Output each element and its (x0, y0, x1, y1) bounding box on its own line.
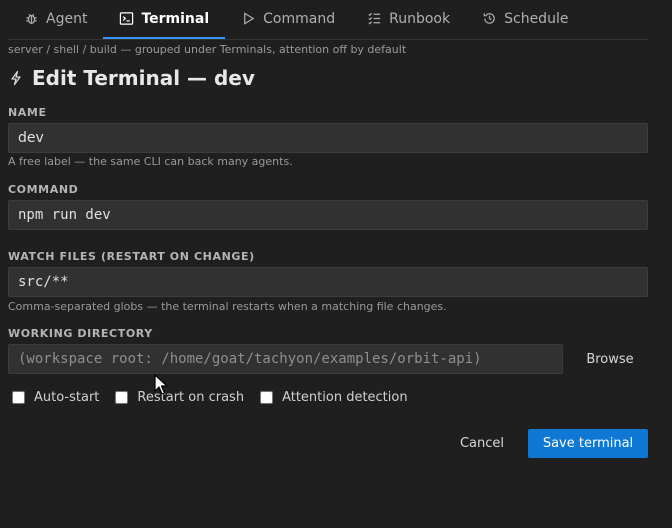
save-terminal-button[interactable]: Save terminal (528, 429, 648, 458)
tab-terminal-label: Terminal (141, 10, 210, 27)
auto-start-option[interactable]: Auto-start (12, 390, 99, 405)
watch-field[interactable]: src/** (8, 267, 648, 297)
restart-on-crash-checkbox[interactable] (115, 390, 129, 404)
tab-bar: Agent Terminal Command Runbook Schedule (8, 0, 648, 40)
tab-schedule[interactable]: Schedule (466, 0, 584, 39)
page-title-text: Edit Terminal — dev (32, 66, 255, 90)
attention-detection-option[interactable]: Attention detection (260, 390, 408, 405)
attention-detection-label: Attention detection (282, 389, 408, 405)
mouse-pointer-icon (154, 374, 168, 395)
restart-on-crash-option[interactable]: Restart on crash (115, 390, 244, 405)
command-value: npm run dev (18, 207, 111, 223)
watch-label: WATCH FILES (RESTART ON CHANGE) (8, 250, 255, 263)
command-label: COMMAND (8, 183, 79, 196)
tab-agent[interactable]: Agent (8, 0, 103, 39)
bug-icon (26, 13, 37, 24)
auto-start-checkbox[interactable] (12, 390, 25, 404)
watch-help: Comma-separated globs — the terminal res… (8, 300, 447, 313)
checklist-icon (368, 12, 381, 25)
tab-runbook-label: Runbook (389, 10, 451, 27)
page-title: Edit Terminal — dev (8, 64, 255, 92)
attention-detection-checkbox[interactable] (260, 390, 274, 404)
history-icon (483, 13, 495, 24)
auto-start-label: Auto-start (34, 389, 100, 405)
workdir-placeholder: (workspace root: /home/goat/tachyon/exam… (18, 351, 482, 367)
command-field[interactable]: npm run dev (8, 200, 648, 230)
tab-command-label: Command (263, 10, 336, 27)
tab-agent-label: Agent (46, 10, 88, 27)
terminal-icon (120, 12, 134, 25)
workdir-field[interactable]: (workspace root: /home/goat/tachyon/exam… (8, 344, 563, 374)
name-field[interactable]: dev (8, 123, 648, 153)
tab-runbook[interactable]: Runbook (351, 0, 466, 39)
workdir-label: WORKING DIRECTORY (8, 327, 153, 340)
watch-value: src/** (18, 274, 69, 290)
tab-command[interactable]: Command (225, 0, 351, 39)
name-help: A free label — the same CLI can back man… (8, 155, 293, 168)
tab-terminal[interactable]: Terminal (103, 0, 226, 39)
play-icon (244, 12, 255, 25)
name-label: NAME (8, 106, 47, 119)
category-hint: server / shell / build — grouped under T… (8, 43, 407, 56)
tab-schedule-label: Schedule (504, 10, 569, 27)
name-value: dev (18, 130, 44, 146)
lightning-icon (11, 70, 21, 86)
browse-button[interactable]: Browse (572, 344, 648, 374)
cancel-button[interactable]: Cancel (448, 429, 516, 457)
options-row: Auto-start Restart on crash Attention de… (12, 388, 424, 406)
